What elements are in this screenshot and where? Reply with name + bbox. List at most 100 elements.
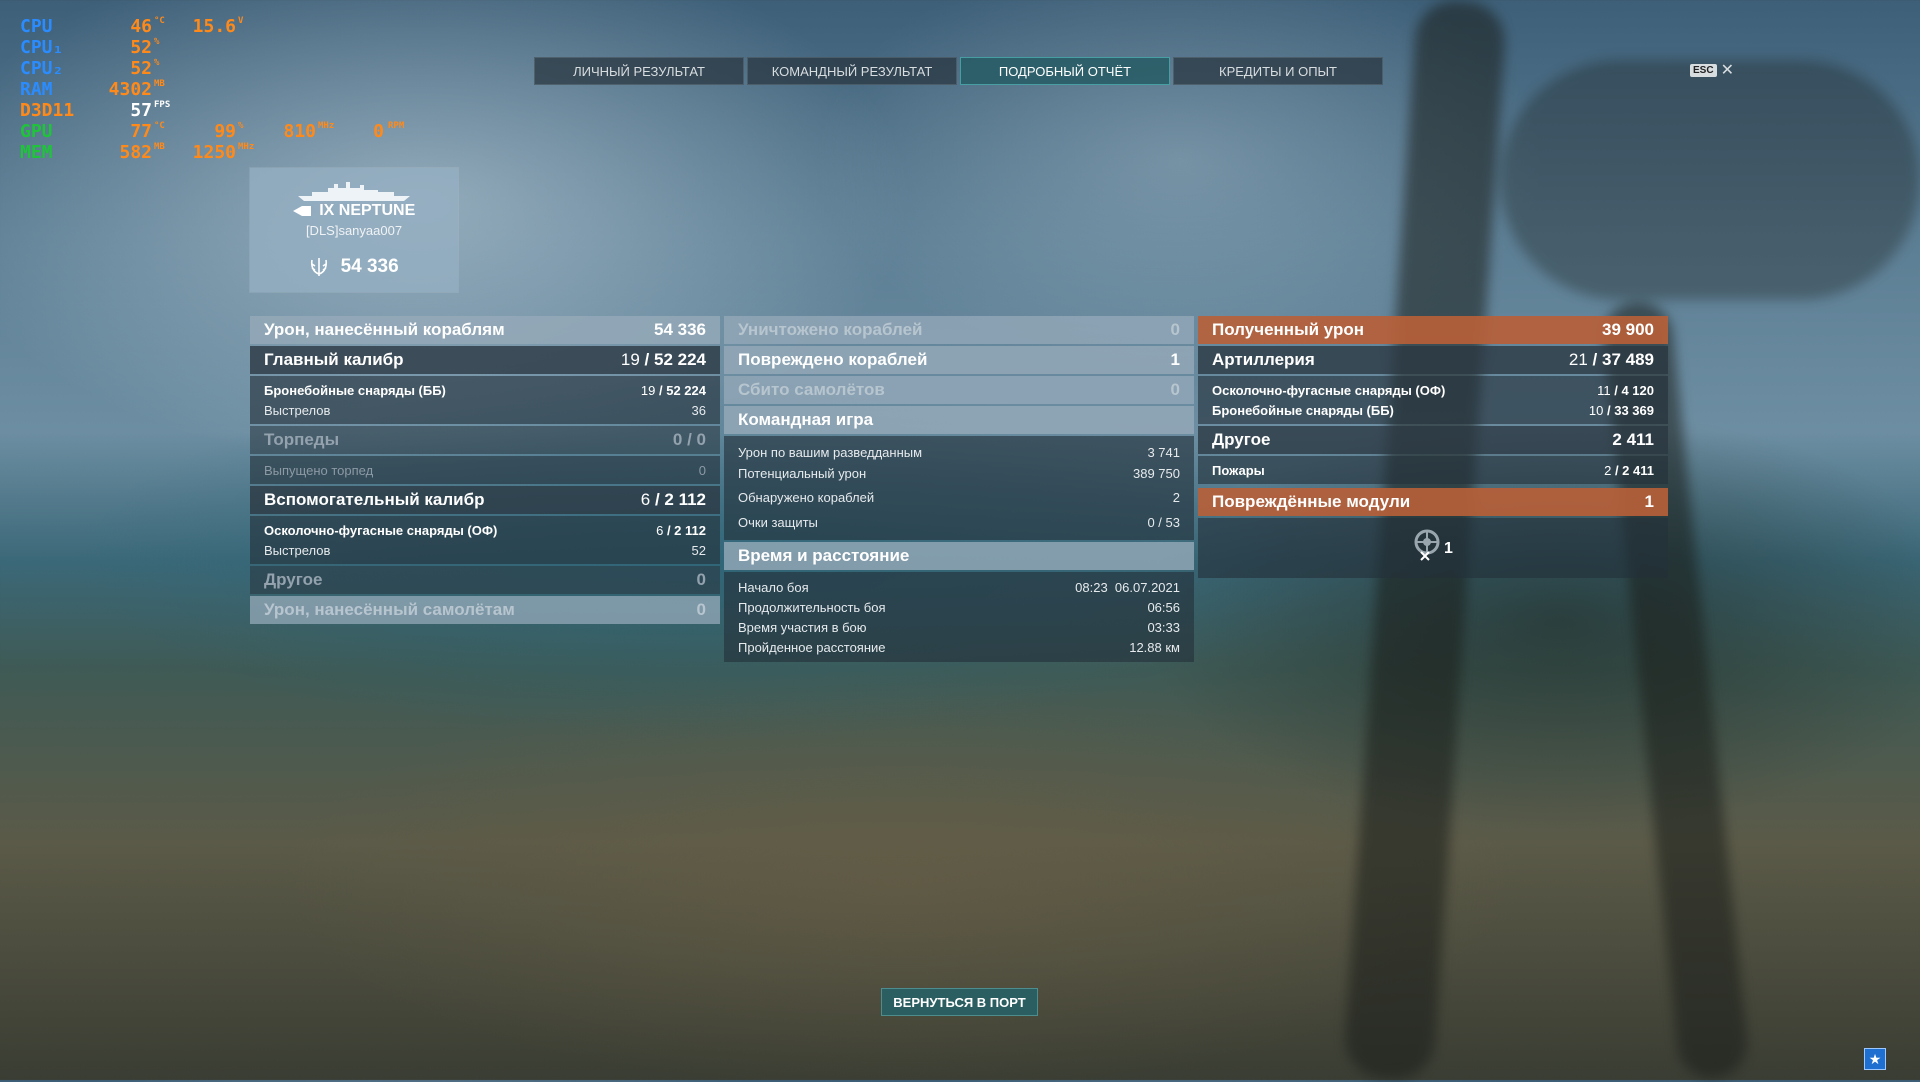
received-other-label: Другое xyxy=(1212,430,1271,449)
hud-value: 582 xyxy=(119,142,152,163)
fires-label: Пожары xyxy=(1212,462,1265,478)
damaged-modules-value: 1 xyxy=(1644,492,1654,511)
secondary-details: Осколочно-фугасные снаряды (ОФ) 6 / 2 11… xyxy=(250,516,720,564)
artillery-header: Артиллерия 21 / 37 489 xyxy=(1198,346,1668,374)
battle-duration-row: Продолжительность боя 06:56 xyxy=(724,597,1194,617)
sec-he-row: Осколочно-фугасные снаряды (ОФ) 6 / 2 11… xyxy=(250,520,720,540)
esc-key-hint: ESC xyxy=(1690,63,1717,77)
battle-summary-panel: Уничтожено кораблей 0 Повреждено корабле… xyxy=(724,316,1194,664)
received-other-details: Пожары 2 / 2 411 xyxy=(1198,456,1668,484)
battle-start-value: 08:23 06.07.2021 xyxy=(1075,579,1180,595)
ship-score: 54 336 xyxy=(250,256,458,278)
hud-unit: FPS xyxy=(154,100,171,110)
main-battery-hits: 19 xyxy=(620,350,640,369)
tab-detailed-report[interactable]: ПОДРОБНЫЙ ОТЧЁТ xyxy=(960,57,1170,85)
damage-to-ships-header: Урон, нанесённый кораблям 54 336 xyxy=(250,316,720,344)
close-icon: ✕ xyxy=(1720,62,1734,79)
main-battery-details: Бронебойные снаряды (ББ) 19 / 52 224 Выс… xyxy=(250,376,720,424)
cruiser-class-icon xyxy=(292,205,311,216)
received-other-value: 2 411 xyxy=(1612,430,1654,449)
spot-damage-row: Урон по вашим разведданным 3 741 xyxy=(724,442,1194,462)
damaged-modules-list: 1 xyxy=(1198,518,1668,578)
distance-value: 12.88 км xyxy=(1129,639,1180,655)
battle-duration-label: Продолжительность боя xyxy=(738,599,886,615)
hud-value: 77 xyxy=(130,121,152,142)
tab-credits-xp[interactable]: КРЕДИТЫ И ОПЫТ xyxy=(1173,57,1383,85)
damaged-modules-label: Повреждённые модули xyxy=(1212,492,1411,511)
tab-personal-result[interactable]: ЛИЧНЫЙ РЕЗУЛЬТАТ xyxy=(534,57,744,85)
spotted-ships-value: 2 xyxy=(1172,489,1180,505)
torpedoes-value: 0 / 0 xyxy=(672,430,706,449)
time-in-battle-value: 03:33 xyxy=(1147,619,1180,635)
defense-points-label: Очки защиты xyxy=(738,514,818,530)
hud-unit: °C xyxy=(154,16,165,26)
spotted-ships-label: Обнаружено кораблей xyxy=(738,489,875,505)
hud-label: D3D11 xyxy=(20,100,75,121)
time-distance-header: Время и расстояние xyxy=(724,542,1194,570)
sec-he-hits: 6 xyxy=(656,522,664,538)
spotted-ships-row: Обнаружено кораблей 2 xyxy=(724,484,1194,510)
mb-ap-row: Бронебойные снаряды (ББ) 19 / 52 224 xyxy=(250,380,720,400)
art-he-row: Осколочно-фугасные снаряды (ОФ) 11 / 4 1… xyxy=(1198,380,1668,400)
time-in-battle-label: Время участия в бою xyxy=(738,619,867,635)
hud-unit: RPM xyxy=(388,121,405,131)
torpedoes-header: Торпеды 0 / 0 xyxy=(250,426,720,454)
artillery-label: Артиллерия xyxy=(1212,350,1315,369)
return-to-port-button[interactable]: ВЕРНУТЬСЯ В ПОРТ xyxy=(881,988,1038,1016)
secondary-label: Вспомогательный калибр xyxy=(264,490,485,509)
hud-unit: V xyxy=(238,16,244,26)
secondary-damage: 2 112 xyxy=(664,490,706,509)
time-distance-label: Время и расстояние xyxy=(738,546,910,565)
hud-value: 15.6 xyxy=(192,16,236,37)
ship-score-value: 54 336 xyxy=(340,256,399,278)
ship-card: IX NEPTUNE [DLS]sanyaa007 54 336 xyxy=(250,168,458,292)
hud-unit: MB xyxy=(154,142,165,152)
secondary-hits: 6 xyxy=(640,490,651,509)
sec-shots-row: Выстрелов 52 xyxy=(250,540,720,560)
hud-value: 810 xyxy=(283,121,316,142)
damaged-ships-value: 1 xyxy=(1170,350,1180,369)
sec-he-value: 6 / 2 112 xyxy=(656,522,706,538)
ship-name: IX NEPTUNE xyxy=(319,202,416,219)
damage-to-planes-header: Урон, нанесённый самолётам 0 xyxy=(250,596,720,624)
hud-label: MEM xyxy=(20,142,53,163)
hud-value: 0 xyxy=(373,121,384,142)
main-battery-header: Главный калибр 19 / 52 224 xyxy=(250,346,720,374)
results-tabs: ЛИЧНЫЙ РЕЗУЛЬТАТ КОМАНДНЫЙ РЕЗУЛЬТАТ ПОД… xyxy=(534,57,1386,85)
distance-label: Пройденное расстояние xyxy=(738,639,886,655)
spot-damage-value: 3 741 xyxy=(1147,444,1180,460)
background-foliage xyxy=(1500,60,1920,300)
damage-dealt-panel: Урон, нанесённый кораблям 54 336 Главный… xyxy=(250,316,720,626)
hud-value: 4302 xyxy=(108,79,152,100)
art-he-label: Осколочно-фугасные снаряды (ОФ) xyxy=(1212,382,1446,398)
planes-shot-label: Сбито самолётов xyxy=(738,380,885,399)
damaged-modules-header: Повреждённые модули 1 xyxy=(1198,488,1668,516)
sec-shots-label: Выстрелов xyxy=(264,542,331,558)
torp-fired-value: 0 xyxy=(698,462,706,478)
received-damage-value: 39 900 xyxy=(1602,320,1654,339)
spot-damage-label: Урон по вашим разведданным xyxy=(738,444,923,460)
star-icon[interactable]: ★ xyxy=(1864,1048,1886,1070)
hud-label: RAM xyxy=(20,79,53,100)
steering-gear-module-icon xyxy=(1414,529,1440,561)
damaged-ships-header: Повреждено кораблей 1 xyxy=(724,346,1194,374)
damage-received-panel: Полученный урон 39 900 Артиллерия 21 / 3… xyxy=(1198,316,1668,578)
team-play-header: Командная игра xyxy=(724,406,1194,434)
fires-row: Пожары 2 / 2 411 xyxy=(1198,460,1668,480)
damage-to-planes-label: Урон, нанесённый самолётам xyxy=(264,600,515,619)
artillery-value: 21 / 37 489 xyxy=(1568,350,1654,369)
torp-fired-row: Выпущено торпед 0 xyxy=(250,460,720,480)
hud-unit: °C xyxy=(154,121,165,131)
defense-points-value: 0 / 53 xyxy=(1147,514,1180,530)
other-damage-label: Другое xyxy=(264,570,323,589)
hud-unit: % xyxy=(238,121,244,131)
planes-shot-value: 0 xyxy=(1170,380,1180,399)
art-ap-label: Бронебойные снаряды (ББ) xyxy=(1212,402,1394,418)
tab-team-result[interactable]: КОМАНДНЫЙ РЕЗУЛЬТАТ xyxy=(747,57,957,85)
close-button[interactable]: ESC ✕ xyxy=(1690,60,1734,80)
hud-value: 52 xyxy=(130,37,152,58)
art-ap-hits: 10 xyxy=(1588,402,1604,418)
hud-unit: MHz xyxy=(238,142,255,152)
hud-label: CPU₁ xyxy=(20,37,64,58)
mb-shots-row: Выстрелов 36 xyxy=(250,400,720,420)
